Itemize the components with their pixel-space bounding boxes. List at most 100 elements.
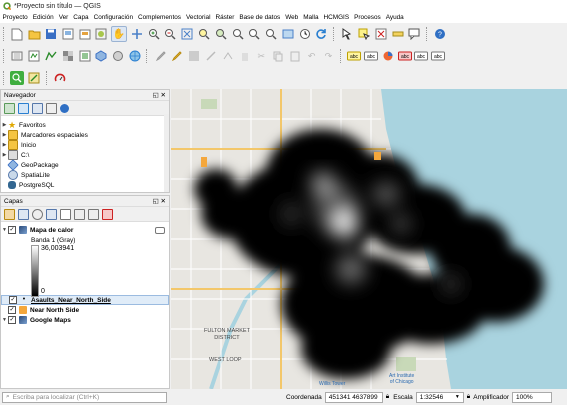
- cut-features-icon[interactable]: ✂: [254, 49, 268, 63]
- layer-item-near-north-side[interactable]: ✓ Near North Side: [1, 305, 169, 315]
- menu-proyecto[interactable]: Proyecto: [0, 14, 30, 21]
- new-print-layout-icon[interactable]: [61, 27, 75, 41]
- map-tips-icon[interactable]: [407, 27, 421, 41]
- layer-item-heatmap[interactable]: ▼ ✓ Mapa de calor: [1, 225, 169, 235]
- browser-item-marcadores[interactable]: ▶ Marcadores espaciales: [1, 130, 169, 140]
- current-edits-icon[interactable]: [154, 49, 168, 63]
- menu-procesos[interactable]: Procesos: [352, 14, 384, 21]
- layer-visibility-checkbox[interactable]: ✓: [8, 306, 16, 314]
- refresh-icon[interactable]: [18, 102, 29, 114]
- zoom-full-icon[interactable]: [180, 27, 194, 41]
- refresh-icon[interactable]: [314, 27, 328, 41]
- toolbar-grip[interactable]: [3, 71, 6, 85]
- label-toolbar-icon[interactable]: abc: [347, 49, 362, 63]
- scale-selector[interactable]: 1:32546 ▼: [415, 391, 464, 403]
- digitizer-plugin-icon[interactable]: [27, 71, 41, 85]
- layer-item-assaults[interactable]: ✓ • Asaults_Near_North_Side: [1, 295, 169, 305]
- lock-icon[interactable]: 🔒︎: [386, 393, 389, 401]
- add-geopackage-icon[interactable]: [94, 49, 108, 63]
- map-canvas[interactable]: FULTON MARKET DISTRICT WEST LOOP Willis T…: [171, 89, 567, 389]
- filter-legend-icon[interactable]: [46, 208, 57, 220]
- zoom-selection-icon[interactable]: [197, 27, 211, 41]
- coordinate-field[interactable]: 451341 4637899: [324, 391, 383, 403]
- menu-complementos[interactable]: Complementos: [136, 14, 184, 21]
- new-project-icon[interactable]: [10, 27, 24, 41]
- undo-icon[interactable]: ↶: [305, 49, 319, 63]
- collapse-all-icon[interactable]: [46, 102, 57, 114]
- expand-arrow-icon[interactable]: ▶: [1, 132, 8, 138]
- remove-layer-icon[interactable]: [102, 208, 113, 220]
- new-map-view-icon[interactable]: [281, 27, 295, 41]
- pin-labels-icon[interactable]: abc: [397, 49, 412, 63]
- expand-arrow-icon[interactable]: ▶: [1, 152, 8, 158]
- paste-features-icon[interactable]: [288, 49, 302, 63]
- expand-arrow-icon[interactable]: ▶: [1, 142, 8, 148]
- delete-selected-icon[interactable]: [238, 49, 252, 63]
- menu-raster[interactable]: Ráster: [213, 14, 237, 21]
- layer-visibility-checkbox[interactable]: ✓: [9, 296, 17, 304]
- vertex-tool-icon[interactable]: [221, 49, 235, 63]
- layer-item-google-maps[interactable]: ▼ ✓ Google Maps: [1, 315, 169, 325]
- diagram-icon[interactable]: [381, 49, 395, 63]
- collapse-arrow-icon[interactable]: ▼: [1, 227, 8, 233]
- layer-visibility-checkbox[interactable]: ✓: [8, 316, 16, 324]
- add-wms-icon[interactable]: [128, 49, 142, 63]
- close-icon[interactable]: ✕: [161, 198, 166, 205]
- zoom-out-icon[interactable]: [163, 27, 177, 41]
- menu-web[interactable]: Web: [283, 14, 301, 21]
- layer-visibility-checkbox[interactable]: ✓: [8, 226, 16, 234]
- toolbar-grip[interactable]: [45, 71, 49, 85]
- menu-capa[interactable]: Capa: [71, 14, 91, 21]
- new-shapefile-icon[interactable]: [27, 49, 41, 63]
- zoom-in-icon[interactable]: [147, 27, 161, 41]
- copy-features-icon[interactable]: [271, 49, 285, 63]
- move-label-icon[interactable]: abc: [431, 49, 446, 63]
- toggle-editing-icon[interactable]: [170, 49, 184, 63]
- data-source-manager-icon[interactable]: [10, 49, 24, 63]
- menu-ver[interactable]: Ver: [56, 14, 71, 21]
- digitize-icon[interactable]: [204, 49, 218, 63]
- add-spatialite-icon[interactable]: [111, 49, 125, 63]
- layer-indicator-icon[interactable]: [155, 226, 165, 234]
- info-icon[interactable]: [60, 103, 69, 113]
- toolbar-grip[interactable]: [3, 49, 6, 63]
- temporal-controller-icon[interactable]: [298, 27, 312, 41]
- menu-vectorial[interactable]: Vectorial: [184, 14, 214, 21]
- menu-edicion[interactable]: Edición: [30, 14, 56, 21]
- expand-arrow-icon[interactable]: ▶: [1, 122, 8, 128]
- pan-map-icon[interactable]: ✋: [111, 26, 128, 42]
- select-features-icon[interactable]: [357, 27, 371, 41]
- deselect-features-icon[interactable]: [374, 27, 388, 41]
- menu-hcmgis[interactable]: HCMGIS: [321, 14, 352, 21]
- collapse-all-icon[interactable]: [88, 208, 99, 220]
- show-hide-labels-icon[interactable]: abc: [414, 49, 429, 63]
- layout-manager-icon[interactable]: [78, 27, 92, 41]
- float-icon[interactable]: ◱: [153, 198, 159, 205]
- gauge-plugin-icon[interactable]: [53, 71, 67, 85]
- lock-scale-icon[interactable]: 🔒︎: [467, 393, 470, 401]
- zoom-next-icon[interactable]: [264, 27, 278, 41]
- filter-icon[interactable]: [32, 102, 43, 114]
- zoom-last-icon[interactable]: [247, 27, 261, 41]
- manage-theme-icon[interactable]: [32, 208, 43, 220]
- style-manager-icon[interactable]: [94, 27, 108, 41]
- pan-to-selection-icon[interactable]: [130, 27, 144, 41]
- redo-icon[interactable]: ↷: [321, 49, 335, 63]
- toolbar-grip[interactable]: [146, 49, 149, 63]
- zoom-layer-icon[interactable]: [214, 27, 228, 41]
- menu-base-de-datos[interactable]: Base de datos: [237, 14, 283, 21]
- measure-line-icon[interactable]: [391, 27, 405, 41]
- identify-features-icon[interactable]: [340, 27, 354, 41]
- toolbar-grip[interactable]: [425, 27, 429, 41]
- add-vector-icon[interactable]: [44, 49, 58, 63]
- browser-scrollbar[interactable]: [164, 114, 169, 192]
- collapse-arrow-icon[interactable]: ▼: [1, 317, 8, 323]
- float-icon[interactable]: ◱: [153, 92, 159, 99]
- save-project-icon[interactable]: [44, 27, 58, 41]
- add-raster-icon[interactable]: [61, 49, 75, 63]
- menu-ayuda[interactable]: Ayuda: [383, 14, 406, 21]
- layer-labeling-icon[interactable]: abc: [364, 49, 379, 63]
- add-group-icon[interactable]: [18, 208, 29, 220]
- magnifier-field[interactable]: 100%: [512, 391, 552, 403]
- zoom-native-icon[interactable]: [231, 27, 245, 41]
